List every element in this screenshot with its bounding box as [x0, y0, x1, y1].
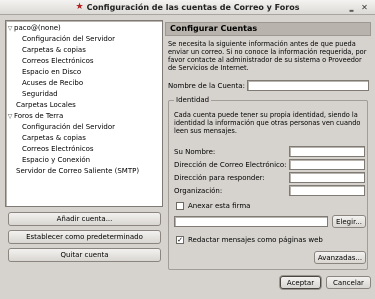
- tree-item-composition[interactable]: Correos Electrónicos: [6, 56, 162, 66]
- account-tree[interactable]: ▽ paco@(none) Configuración del Servidor …: [5, 20, 163, 207]
- set-default-button[interactable]: Establecer como predeterminado: [8, 230, 161, 244]
- minimize-icon[interactable]: ‗: [346, 2, 357, 13]
- window-title: Configuración de las cuentas de Correo y…: [86, 2, 300, 12]
- cancel-button[interactable]: Cancelar: [326, 276, 371, 289]
- tree-item-local-folders[interactable]: Carpetas Locales: [6, 100, 162, 110]
- checkmark-icon: ✓: [177, 236, 183, 244]
- email-label: Dirección de Correo Electrónico:: [174, 161, 287, 169]
- add-account-button[interactable]: Añadir cuenta...: [8, 212, 161, 226]
- signature-checkbox[interactable]: [176, 202, 184, 210]
- identity-description: Cada cuenta puede tener su propia identi…: [174, 111, 361, 135]
- tree-item-copies-folders[interactable]: Carpetas & copias: [6, 133, 162, 143]
- account-settings-panel: Configurar Cuentas Se necesita la siguie…: [165, 20, 371, 270]
- advanced-button[interactable]: Avanzadas...: [314, 251, 366, 264]
- organization-label: Organización:: [174, 187, 223, 195]
- email-input[interactable]: [289, 159, 365, 170]
- account-name-label: Nombre de la Cuenta:: [168, 82, 245, 90]
- window-titlebar: ★ Configuración de las cuentas de Correo…: [0, 0, 375, 15]
- intro-text: Se necesita la siguiente información ant…: [168, 40, 367, 72]
- remove-account-button[interactable]: Quitar cuenta: [8, 248, 161, 262]
- tree-item-account-paco[interactable]: ▽ paco@(none): [6, 23, 162, 33]
- tree-item-server-settings[interactable]: Configuración del Servidor: [6, 122, 162, 132]
- expand-icon[interactable]: ▽: [6, 24, 14, 34]
- tree-item-disk-space[interactable]: Espacio en Disco: [6, 67, 162, 77]
- html-compose-label: Redactar mensajes como páginas web: [188, 236, 323, 244]
- account-name-input[interactable]: [247, 80, 369, 91]
- reply-to-label: Dirección para responder:: [174, 174, 265, 182]
- name-label: Su Nombre:: [174, 148, 216, 156]
- tree-item-security[interactable]: Seguridad: [6, 89, 162, 99]
- html-compose-checkbox[interactable]: ✓: [176, 236, 184, 244]
- tree-item-account-terra[interactable]: ▽ Foros de Terra: [6, 111, 162, 121]
- tree-item-smtp-server[interactable]: Servidor de Correo Saliente (SMTP): [6, 166, 162, 176]
- organization-input[interactable]: [289, 185, 365, 196]
- expand-icon[interactable]: ▽: [6, 112, 14, 122]
- close-icon[interactable]: ✕: [359, 2, 370, 13]
- identity-legend: Identidad: [174, 96, 212, 104]
- tree-item-composition[interactable]: Correos Electrónicos: [6, 144, 162, 154]
- choose-signature-button[interactable]: Elegir...: [332, 215, 366, 228]
- tree-item-space-connection[interactable]: Espacio y Conexión: [6, 155, 162, 165]
- tree-item-server-settings[interactable]: Configuración del Servidor: [6, 34, 162, 44]
- app-star-icon: ★: [75, 2, 84, 12]
- signature-file-input[interactable]: [174, 216, 328, 227]
- reply-to-input[interactable]: [289, 172, 365, 183]
- ok-button[interactable]: Aceptar: [280, 276, 321, 289]
- name-input[interactable]: [289, 146, 365, 157]
- identity-group: Identidad Cada cuenta puede tener su pro…: [168, 96, 368, 270]
- signature-label: Anexar esta firma: [188, 202, 251, 210]
- panel-header: Configurar Cuentas: [165, 22, 371, 36]
- tree-item-return-receipts[interactable]: Acuses de Recibo: [6, 78, 162, 88]
- tree-item-copies-folders[interactable]: Carpetas & copias: [6, 45, 162, 55]
